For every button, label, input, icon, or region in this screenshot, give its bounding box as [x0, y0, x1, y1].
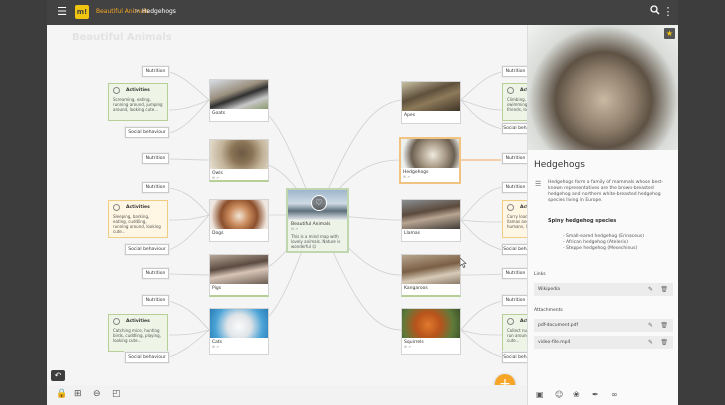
dogs-photo	[210, 200, 268, 229]
more-vert-icon[interactable]: ⋮	[661, 5, 675, 19]
image-node-owls[interactable]: Owls ✉ ↗	[209, 139, 269, 182]
nutrition-node[interactable]: Nutrition	[142, 66, 169, 77]
image-node-pigs[interactable]: Pigs	[209, 254, 269, 297]
mouse-cursor-icon	[460, 258, 467, 268]
search-icon[interactable]	[648, 5, 662, 19]
attachments-heading: Attachments	[534, 308, 563, 313]
zoom-out-icon[interactable]: ⊖	[93, 389, 101, 399]
star-icon[interactable]: ★	[664, 28, 675, 39]
smiley-icon	[113, 87, 120, 94]
hedgehogs-photo	[401, 139, 459, 168]
palette-icon[interactable]: ❀	[573, 390, 580, 399]
nutrition-node[interactable]: Nutrition	[502, 295, 529, 306]
smiley-icon	[507, 87, 514, 94]
delete-icon[interactable]: 🗑	[660, 336, 668, 349]
app-window: ☰ m! Beautiful Animals > Hedgehogs ⋮ Bea…	[47, 0, 678, 405]
add-image-icon[interactable]: ▣	[536, 390, 544, 399]
smiley-icon	[113, 318, 120, 325]
center-photo: ♡	[288, 190, 347, 220]
link-icon[interactable]: ∞	[611, 390, 618, 399]
image-node-dogs[interactable]: Dogs	[209, 199, 269, 242]
undo-button[interactable]: ↶	[51, 370, 65, 381]
owls-photo	[210, 140, 268, 169]
image-node-apes[interactable]: Apes	[401, 81, 461, 124]
heart-icon[interactable]: ♡	[311, 195, 327, 211]
edit-icon[interactable]: ✎	[648, 336, 653, 349]
central-node[interactable]: ♡ Beautiful Animals ✉ ↗ This is a mind m…	[286, 188, 349, 253]
mind-map-canvas[interactable]: Beautiful Animals Nutrition Activities S…	[47, 25, 562, 385]
social-behaviour-node[interactable]: Social behaviour	[125, 352, 169, 363]
image-node-squirrels[interactable]: Squirrels ✉ ↗	[401, 308, 461, 355]
links-heading: Links	[534, 272, 546, 277]
attachment-item[interactable]: video-file.mp4 ✎ 🗑	[534, 336, 673, 349]
breadcrumb-current: Hedgehogs	[142, 8, 176, 15]
panel-subheading: Spiny hedgehog species	[548, 218, 617, 224]
activities-node-goats[interactable]: Activities Screaming, eating, running ar…	[108, 83, 168, 121]
activity-text: Catching mice, hunting birds, cuddling, …	[113, 328, 161, 343]
smiley-icon[interactable]: ☺	[555, 390, 563, 399]
lock-icon[interactable]: 🔒	[56, 389, 67, 399]
menu-icon[interactable]: ☰	[55, 5, 69, 19]
panel-title: Hedgehogs	[534, 160, 585, 170]
panel-toolbar: ▣ ☺ ❀ ✒ ∞	[528, 385, 678, 405]
breadcrumb-separator: >	[134, 7, 140, 15]
image-node-cats[interactable]: Cats ✉ ↗	[209, 308, 269, 355]
smiley-icon	[113, 204, 120, 211]
goats-photo	[210, 80, 268, 109]
llamas-photo	[402, 200, 460, 229]
social-behaviour-node[interactable]: Social behaviour	[125, 127, 169, 138]
cats-photo	[210, 309, 268, 338]
pigs-photo	[210, 255, 268, 284]
nutrition-node[interactable]: Nutrition	[502, 182, 529, 193]
activity-text: Sleeping, barking, eating, cuddling, run…	[113, 214, 161, 234]
image-node-hedgehogs[interactable]: Hedgehogs ✉ ↗	[399, 137, 461, 184]
nutrition-node[interactable]: Nutrition	[142, 295, 169, 306]
nutrition-node[interactable]: Nutrition	[502, 268, 529, 279]
nutrition-node[interactable]: Nutrition	[142, 153, 169, 164]
logo[interactable]: m!	[75, 5, 89, 19]
species-list: - Small-eared hedgehog (Erinaceus) - Afr…	[563, 234, 644, 252]
attach-icon[interactable]: ✒	[592, 390, 599, 399]
kangaroos-photo	[402, 255, 460, 284]
squirrels-photo	[402, 309, 460, 338]
image-node-kangaroos[interactable]: Kangaroos	[401, 254, 461, 297]
list-item: - Steppe hedgehog (Mesechinus)	[563, 246, 638, 251]
apes-photo	[402, 82, 460, 111]
delete-icon[interactable]: 🗑	[660, 283, 668, 296]
bottom-toolbar: 🔒 ⊞ ⊖ ◰	[47, 385, 527, 405]
activities-node-dogs[interactable]: Activities Sleeping, barking, eating, cu…	[108, 200, 168, 238]
nutrition-node[interactable]: Nutrition	[502, 66, 529, 77]
image-node-goats[interactable]: Goats	[209, 79, 269, 122]
smiley-icon	[507, 318, 514, 325]
activities-node-cats[interactable]: Activities Catching mice, hunting birds,…	[108, 314, 168, 352]
nutrition-node[interactable]: Nutrition	[142, 268, 169, 279]
nutrition-node[interactable]: Nutrition	[142, 182, 169, 193]
image-node-llamas[interactable]: Llamas	[401, 199, 461, 242]
link-item[interactable]: Wikipedia ✎ 🗑	[534, 283, 673, 296]
nutrition-node[interactable]: Nutrition	[502, 153, 529, 164]
activity-text: Screaming, eating, running around, jumpi…	[113, 97, 163, 112]
fit-screen-icon[interactable]: ◰	[112, 389, 121, 399]
hedgehog-image	[528, 25, 678, 150]
social-behaviour-node[interactable]: Social behaviour	[125, 244, 169, 255]
delete-icon[interactable]: 🗑	[660, 319, 668, 332]
breadcrumb-root[interactable]: Beautiful Animals	[96, 8, 149, 15]
panel-description: Hedgehogs form a family of mammals whose…	[548, 180, 663, 203]
hierarchy-icon[interactable]: ⊞	[74, 389, 82, 399]
details-panel: ★ Hedgehogs ☰ Hedgehogs form a family of…	[527, 25, 678, 405]
notes-icon: ☰	[535, 180, 542, 188]
smiley-icon	[507, 204, 514, 211]
edit-icon[interactable]: ✎	[648, 283, 653, 296]
edit-icon[interactable]: ✎	[648, 319, 653, 332]
top-bar: ☰ m! Beautiful Animals > Hedgehogs ⋮	[47, 0, 678, 25]
attachment-item[interactable]: pdf-document.pdf ✎ 🗑	[534, 319, 673, 332]
